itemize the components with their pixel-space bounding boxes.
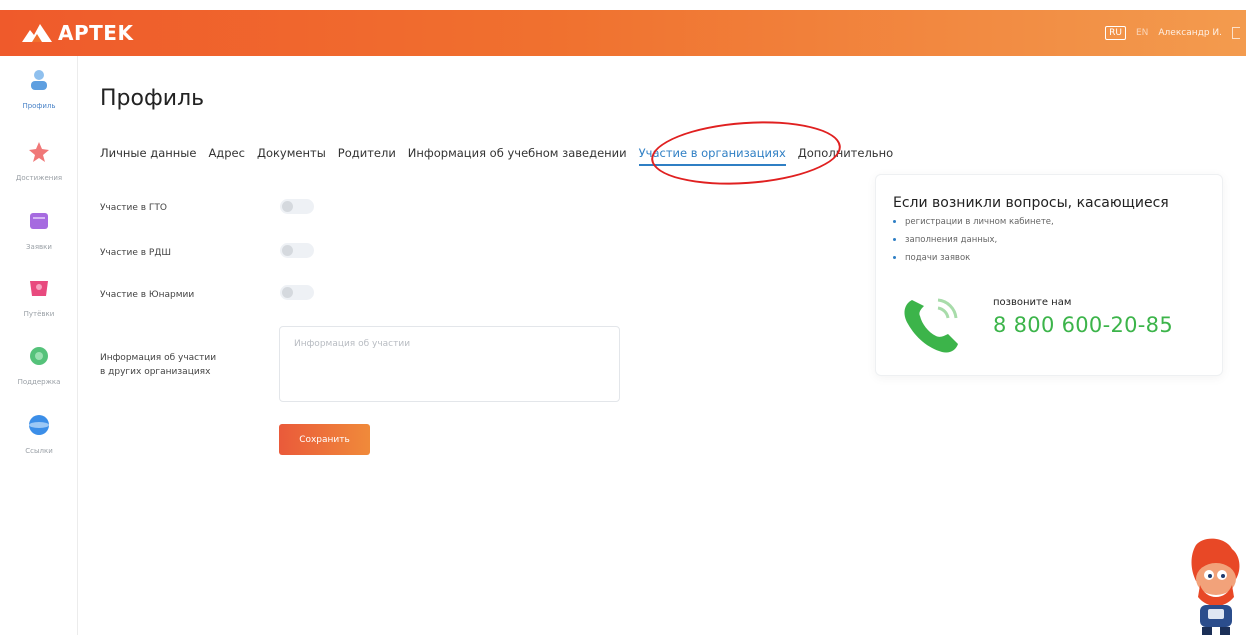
profile-icon [31, 70, 47, 90]
mascot-image [1191, 538, 1240, 635]
sidebar-item-profile[interactable]: Профиль [0, 68, 78, 110]
call-label: позвоните нам [993, 297, 1072, 308]
top-bar: APTEK RU EN Александр И. [0, 10, 1246, 56]
tab-documents[interactable]: Документы [257, 146, 326, 166]
lang-en-button[interactable]: EN [1136, 28, 1148, 38]
other-orgs-label-line2: в других организациях [100, 367, 211, 377]
sidebar-item-label: Достижения [15, 174, 63, 182]
help-list: регистрации в личном кабинете, заполнени… [893, 217, 1054, 271]
yunarmia-label: Участие в Юнармии [100, 290, 195, 300]
sidebar-item-vouchers[interactable]: Путёвки [0, 276, 78, 318]
toggle-knob [282, 201, 293, 212]
sidebar-item-applications[interactable]: Заявки [0, 209, 78, 251]
tab-personal-data[interactable]: Личные данные [100, 146, 196, 166]
tab-address[interactable]: Адрес [208, 146, 245, 166]
sidebar-item-label: Путёвки [23, 310, 55, 318]
sidebar-item-support[interactable]: Поддержка [0, 344, 78, 386]
vouchers-icon [30, 281, 48, 296]
help-title: Если возникли вопросы, касающиеся [893, 195, 1169, 211]
logo-text: APTEK [58, 21, 134, 45]
tab-parents[interactable]: Родители [338, 146, 396, 166]
sidebar: Профиль Достижения Заявки Путёвки Поддер… [0, 56, 78, 635]
applications-icon [30, 213, 48, 229]
support-icon [30, 347, 48, 365]
sidebar-item-achievements[interactable]: Достижения [0, 140, 78, 182]
lang-ru-button[interactable]: RU [1105, 26, 1126, 40]
other-orgs-textarea[interactable] [279, 326, 620, 402]
sidebar-item-label: Ссылки [25, 447, 53, 455]
sidebar-item-links[interactable]: Ссылки [0, 413, 78, 455]
tab-education[interactable]: Информация об учебном заведении [408, 146, 627, 166]
links-icon [29, 415, 49, 435]
support-phone-number[interactable]: 8 800 600-20-85 [993, 313, 1173, 337]
toggle-knob [282, 287, 293, 298]
save-button[interactable]: Сохранить [279, 424, 370, 455]
gto-toggle[interactable] [280, 199, 314, 214]
red-highlight-ellipse [649, 115, 843, 191]
sidebar-item-label: Заявки [26, 243, 52, 251]
help-list-item: заполнения данных, [893, 235, 1054, 245]
artek-logo-icon [22, 24, 52, 42]
logo[interactable]: APTEK [20, 21, 133, 45]
help-list-item: подачи заявок [893, 253, 1054, 263]
page-title: Профиль [100, 86, 205, 111]
gto-label: Участие в ГТО [100, 203, 167, 213]
help-card: Если возникли вопросы, касающиеся регист… [875, 174, 1223, 376]
rdsh-label: Участие в РДШ [100, 248, 172, 258]
toggle-knob [282, 245, 293, 256]
logout-icon[interactable] [1232, 27, 1240, 39]
phone-icon [904, 298, 958, 353]
yunarmia-toggle[interactable] [280, 285, 314, 300]
other-orgs-label-line1: Информация об участии [100, 353, 217, 363]
achievements-icon [29, 142, 49, 162]
sidebar-item-label: Профиль [22, 102, 56, 110]
sidebar-item-label: Поддержка [17, 378, 61, 386]
help-list-item: регистрации в личном кабинете, [893, 217, 1054, 227]
rdsh-toggle[interactable] [280, 243, 314, 258]
user-name[interactable]: Александр И. [1158, 28, 1222, 38]
